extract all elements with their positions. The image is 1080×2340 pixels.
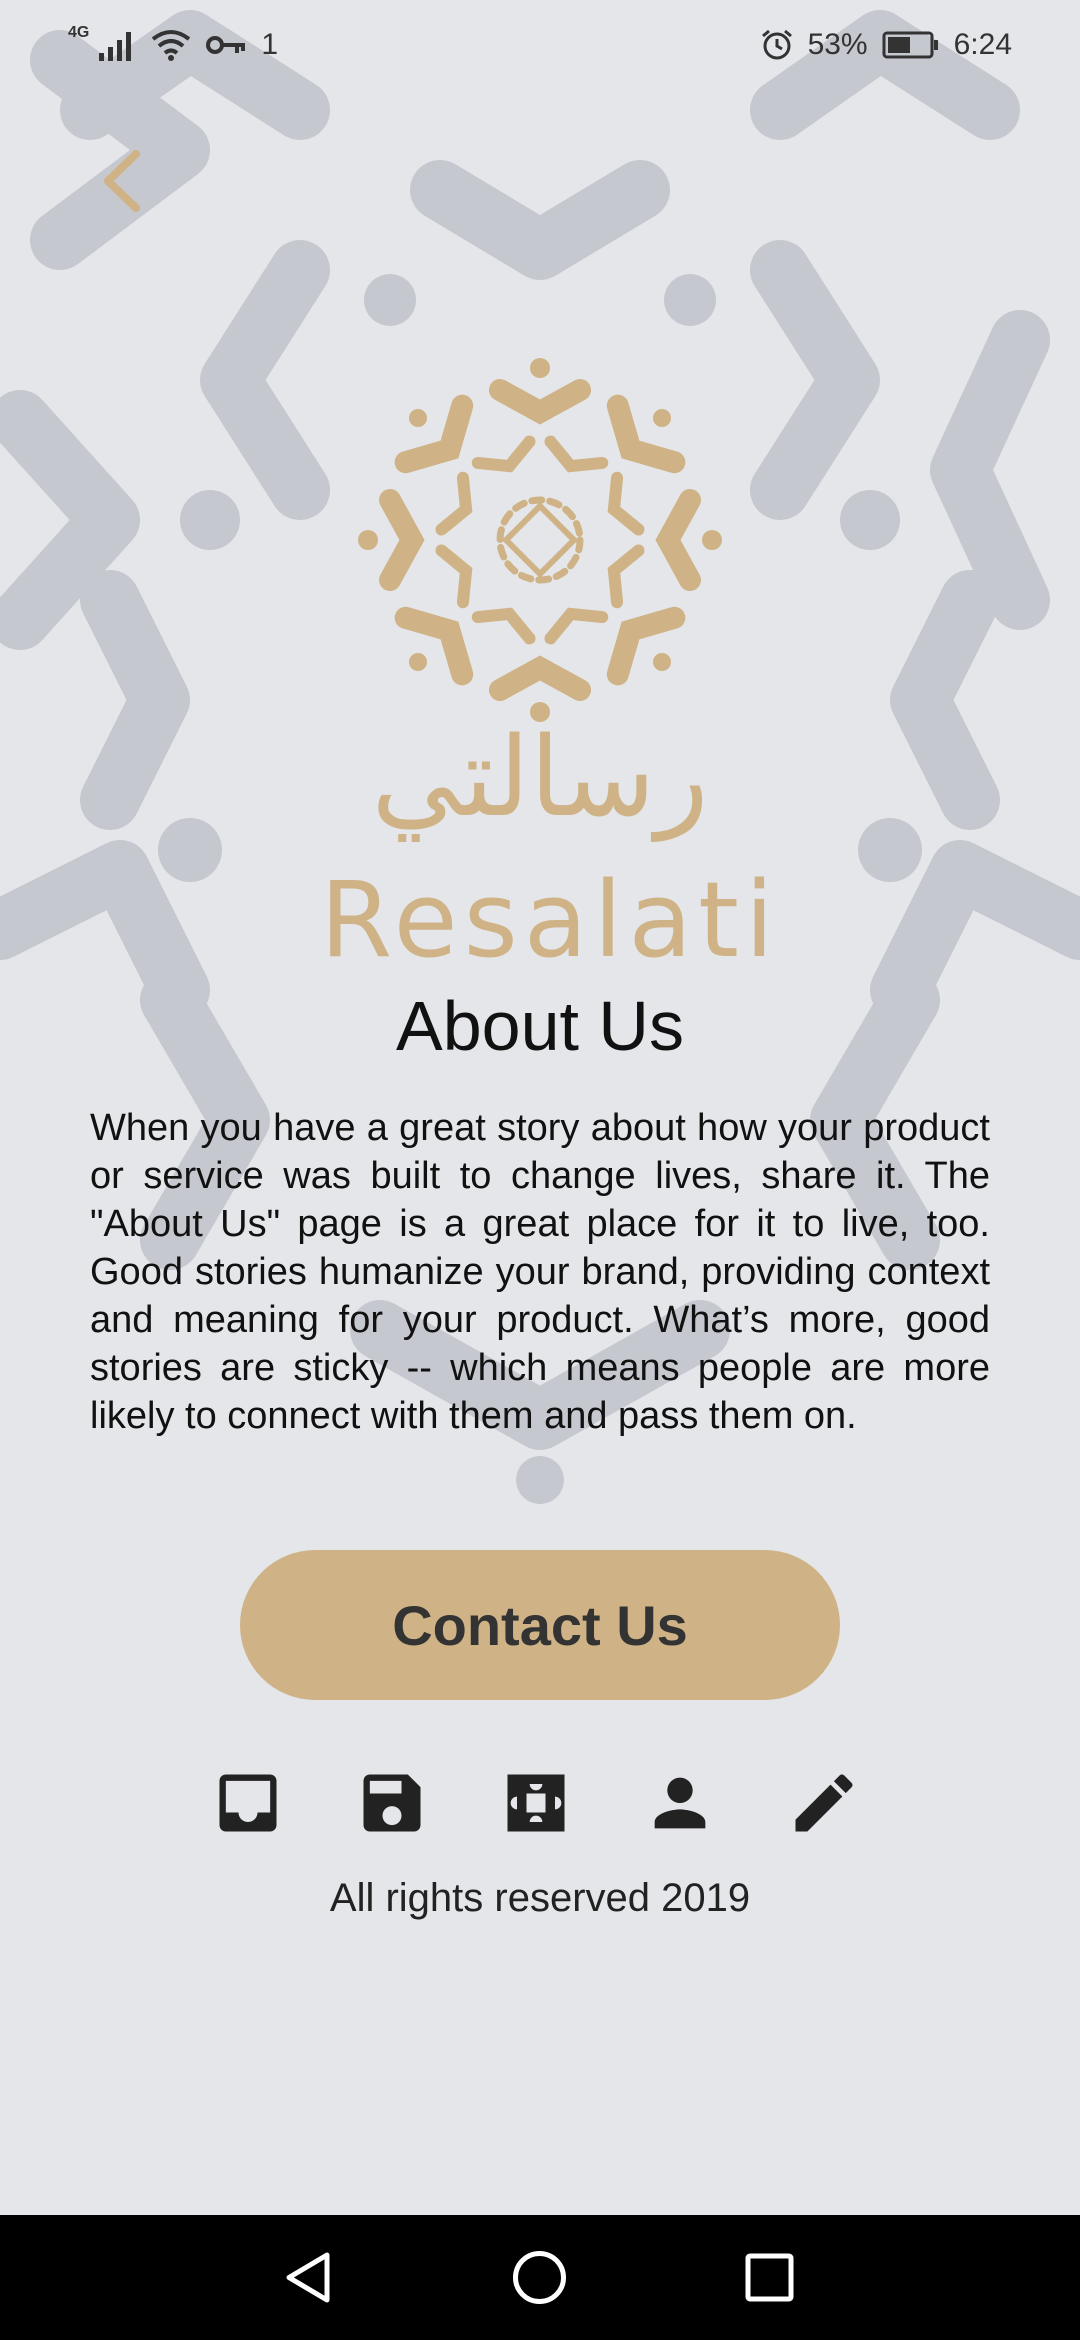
nav-recents-button[interactable] — [707, 2215, 832, 2340]
square-recents-icon — [745, 2253, 794, 2302]
footer-icon-row — [210, 1765, 870, 1841]
battery-percent: 53% — [807, 28, 868, 61]
logo-arabic-wordmark: رسالتي — [371, 713, 709, 841]
contact-us-button[interactable]: Contact Us — [240, 1550, 840, 1700]
battery-icon — [882, 31, 938, 59]
extension-button[interactable] — [498, 1765, 574, 1841]
wifi-icon — [152, 30, 191, 61]
profile-button[interactable] — [642, 1765, 718, 1841]
save-icon — [363, 1774, 421, 1832]
alarm-icon — [761, 29, 792, 60]
status-right: 53% 6:24 — [760, 28, 1012, 62]
network-type-label: 4G — [68, 24, 90, 41]
circle-home-icon — [513, 2251, 566, 2304]
back-arrow-icon — [104, 150, 140, 212]
nav-back-button[interactable] — [247, 2215, 372, 2340]
sim-slot-label: 1 — [261, 28, 279, 61]
vpn-key-icon — [206, 36, 246, 54]
clock-time: 6:24 — [953, 28, 1012, 61]
person-icon — [654, 1777, 706, 1829]
inbox-icon — [219, 1774, 277, 1832]
system-nav-bar — [0, 2215, 1080, 2340]
page-title: About Us — [396, 987, 684, 1065]
status-left: 4G 1 — [68, 24, 279, 63]
pencil-icon — [795, 1774, 853, 1832]
triangle-back-icon — [286, 2252, 330, 2303]
puzzle-icon — [507, 1774, 565, 1832]
back-button[interactable] — [96, 148, 146, 214]
signal-icon — [99, 32, 132, 61]
nav-home-button[interactable] — [477, 2215, 602, 2340]
status-bar: 4G 1 53% 6:24 — [0, 0, 1080, 90]
about-paragraph: When you have a great story about how yo… — [90, 1107, 990, 1437]
copyright-text: All rights reserved 2019 — [329, 1876, 751, 1920]
edit-button[interactable] — [786, 1765, 862, 1841]
save-button[interactable] — [354, 1765, 430, 1841]
logo-latin-wordmark: Resalati — [320, 859, 780, 981]
inbox-button[interactable] — [210, 1765, 286, 1841]
